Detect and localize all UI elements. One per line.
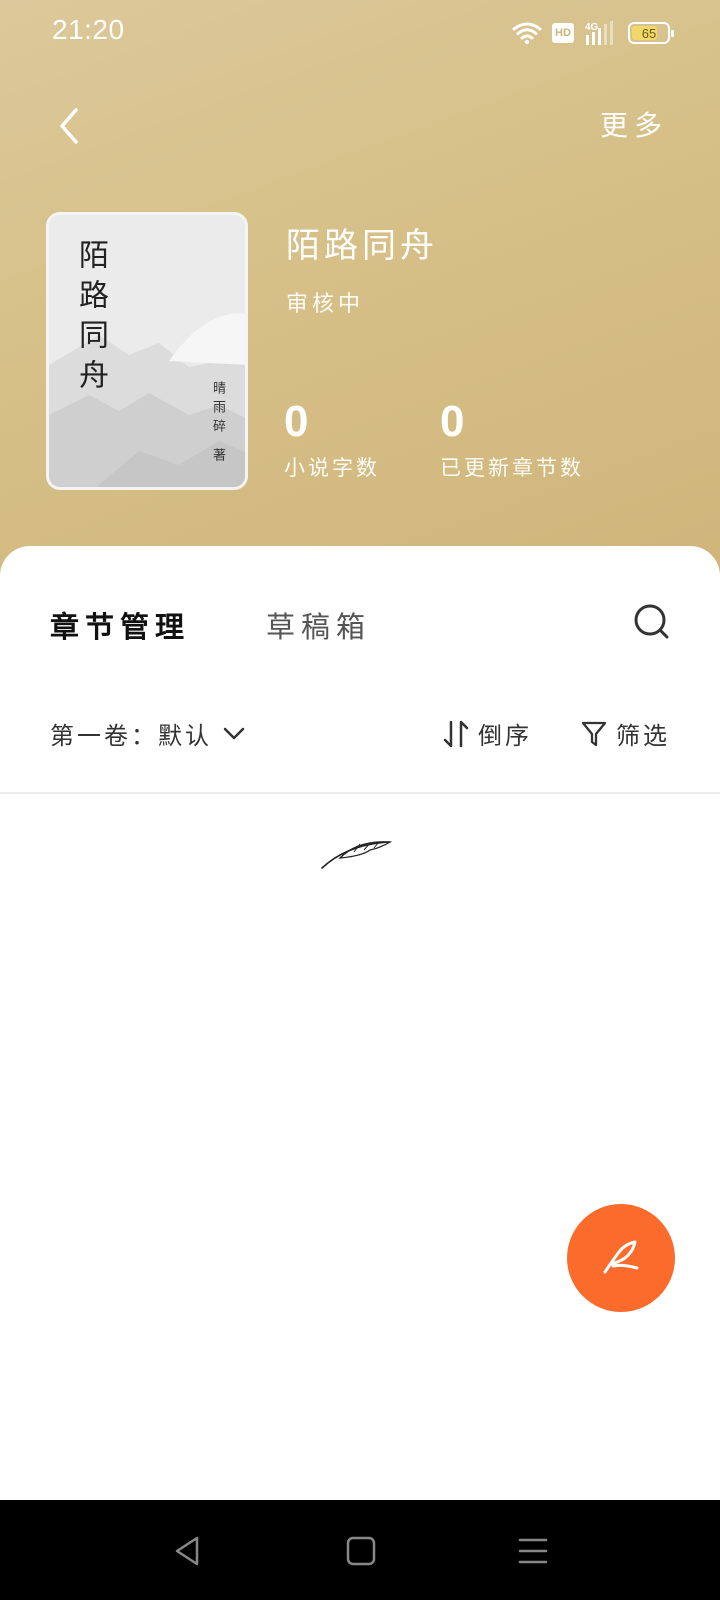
divider xyxy=(0,792,720,794)
network-label: 4G xyxy=(585,22,599,33)
search-icon[interactable] xyxy=(632,600,672,644)
status-bar: 21:20 HD 4G 65 xyxy=(0,0,720,64)
tab-chapter-management[interactable]: 章节管理 xyxy=(50,604,190,646)
stat-value: 0 xyxy=(440,397,465,446)
system-nav-bar xyxy=(0,1500,720,1600)
stat-chapter-count: 0 已更新章节数 xyxy=(440,396,584,482)
volume-label: 第一卷：默认 xyxy=(50,722,212,750)
volume-select[interactable]: 第一卷：默认 xyxy=(50,716,246,751)
wifi-icon xyxy=(512,22,542,45)
square-home-icon[interactable] xyxy=(344,1534,378,1568)
filter-row: 第一卷：默认 倒序 筛选 xyxy=(0,710,720,754)
stat-value: 0 xyxy=(284,397,309,446)
status-time: 21:20 xyxy=(52,14,125,45)
sort-label: 倒序 xyxy=(478,722,532,750)
more-button[interactable]: 更多 xyxy=(600,104,668,144)
filter-button[interactable]: 筛选 xyxy=(580,716,670,751)
content-sheet xyxy=(0,546,720,1500)
book-title: 陌路同舟 xyxy=(286,226,438,266)
book-status: 审核中 xyxy=(286,292,365,317)
menu-icon[interactable] xyxy=(516,1534,550,1568)
quill-pen-icon xyxy=(603,1240,639,1274)
feather-icon xyxy=(321,841,393,869)
stat-label: 已更新章节数 xyxy=(440,456,584,480)
battery-icon: 65 xyxy=(628,22,674,44)
cover-title: 陌路同舟 xyxy=(73,239,108,399)
book-header: 21:20 HD 4G 65 更多 陌路同舟 晴雨碎 著 陌路同舟 审核中 0 … xyxy=(0,0,720,580)
book-cover[interactable]: 陌路同舟 晴雨碎 著 xyxy=(46,212,248,490)
sort-button[interactable]: 倒序 xyxy=(442,716,532,751)
stat-word-count: 0 小说字数 xyxy=(284,396,380,482)
stat-label: 小说字数 xyxy=(284,456,380,480)
sort-icon xyxy=(443,720,469,747)
battery-level: 65 xyxy=(641,25,657,41)
funnel-icon xyxy=(581,721,607,746)
tab-drafts[interactable]: 草稿箱 xyxy=(266,604,371,646)
hd-badge: HD xyxy=(552,23,574,43)
triangle-back-icon[interactable] xyxy=(171,1534,205,1568)
status-icons: HD 4G 65 xyxy=(512,18,674,48)
write-chapter-button[interactable] xyxy=(567,1204,675,1312)
filter-label: 筛选 xyxy=(616,722,670,750)
cellular-4g-icon: 4G xyxy=(585,21,613,45)
cover-author: 晴雨碎 著 xyxy=(210,381,225,468)
chevron-down-icon xyxy=(223,727,245,739)
chevron-left-icon[interactable] xyxy=(50,104,90,148)
